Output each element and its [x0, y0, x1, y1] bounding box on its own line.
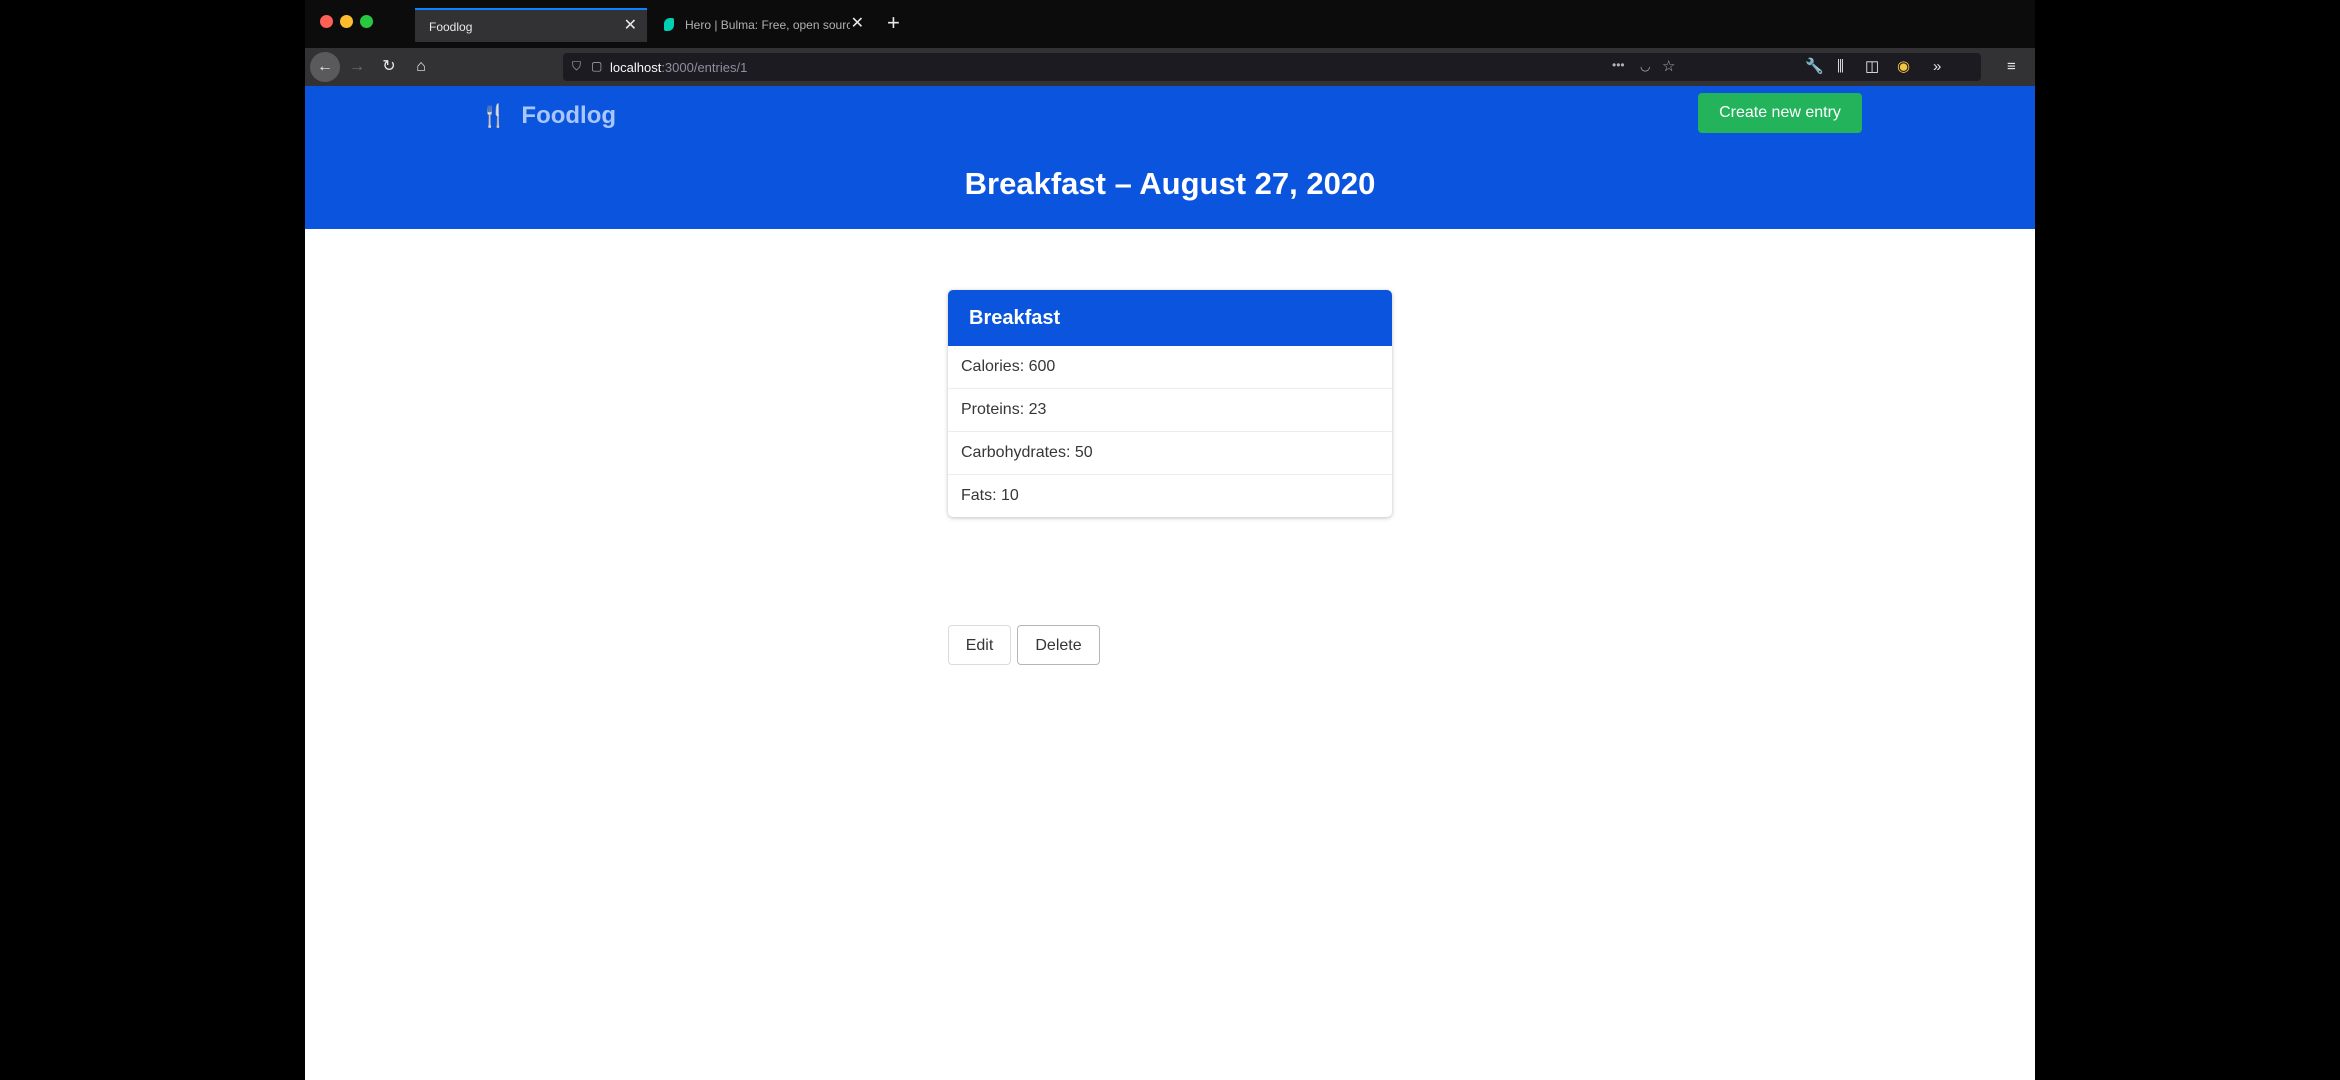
tab-close-icon[interactable]: ✕: [851, 16, 864, 32]
page-content: 🍴 Foodlog Create new entry Breakfast – Au…: [305, 86, 2035, 1080]
browser-window: Foodlog ✕ Hero | Bulma: Free, open sourc…: [305, 0, 2035, 1080]
tab-close-icon[interactable]: ✕: [624, 18, 637, 34]
overflow-chevron-icon[interactable]: »: [1933, 58, 1941, 76]
back-icon[interactable]: ←: [310, 52, 340, 82]
new-tab-button[interactable]: +: [887, 12, 900, 34]
page-title: Breakfast – August 27, 2020: [964, 166, 1376, 201]
tab-strip: Foodlog ✕ Hero | Bulma: Free, open sourc…: [305, 0, 2035, 48]
delete-button[interactable]: Delete: [1017, 625, 1100, 665]
url-host: localhost: [610, 60, 662, 75]
pocket-icon[interactable]: ◡: [1640, 59, 1650, 73]
tab-title: Foodlog: [429, 20, 473, 34]
list-item-proteins: Proteins: 23: [948, 389, 1392, 432]
hero-banner: 🍴 Foodlog Create new entry Breakfast – Au…: [305, 86, 2035, 229]
navigation-toolbar: ← → ↻ ⌂ ⛉ ▢ localhost:3000/entries/1 •••…: [305, 48, 2035, 86]
shield-icon[interactable]: ⛉: [572, 59, 581, 74]
url-text[interactable]: localhost:3000/entries/1: [610, 60, 747, 75]
entry-card: Breakfast Calories: 600 Proteins: 23 Car…: [948, 290, 1392, 517]
tab-foodlog[interactable]: Foodlog ✕: [415, 8, 647, 42]
list-item-fats: Fats: 10: [961, 487, 1019, 504]
brand-logo[interactable]: 🍴 Foodlog: [480, 102, 616, 130]
reload-icon[interactable]: ↻: [374, 52, 404, 82]
address-bar[interactable]: ⛉ ▢ localhost:3000/entries/1 ••• ◡ ☆: [563, 53, 1981, 81]
tab-bulma-hero[interactable]: Hero | Bulma: Free, open source ✕: [650, 8, 874, 42]
home-icon[interactable]: ⌂: [406, 52, 436, 82]
list-item-calories: Calories: 600: [948, 346, 1392, 389]
brand-name: Foodlog: [521, 102, 617, 129]
bulma-favicon-icon: [664, 18, 674, 31]
wrench-icon[interactable]: 🔧: [1805, 58, 1824, 76]
minimize-window-button[interactable]: [340, 15, 353, 28]
extension-icon[interactable]: ◉: [1897, 58, 1910, 76]
url-path: :3000/entries/1: [661, 60, 748, 75]
page-actions-icon[interactable]: •••: [1612, 58, 1625, 72]
tab-title: Hero | Bulma: Free, open source: [685, 18, 850, 32]
sidebar-icon[interactable]: ◫: [1865, 58, 1879, 76]
close-window-button[interactable]: [320, 15, 333, 28]
utensils-icon: 🍴: [480, 103, 508, 128]
card-header: Breakfast: [948, 290, 1392, 346]
bookmark-star-icon[interactable]: ☆: [1662, 57, 1675, 75]
page-info-icon[interactable]: ▢: [591, 59, 602, 73]
menu-icon[interactable]: ≡: [2007, 58, 2016, 76]
forward-icon[interactable]: →: [342, 52, 372, 82]
library-icon[interactable]: ⫼: [1837, 58, 1844, 76]
edit-button[interactable]: Edit: [948, 625, 1011, 665]
list-item-carbohydrates: Carbohydrates: 50: [948, 432, 1392, 475]
create-new-entry-button[interactable]: Create new entry: [1698, 93, 1862, 133]
zoom-window-button[interactable]: [360, 15, 373, 28]
